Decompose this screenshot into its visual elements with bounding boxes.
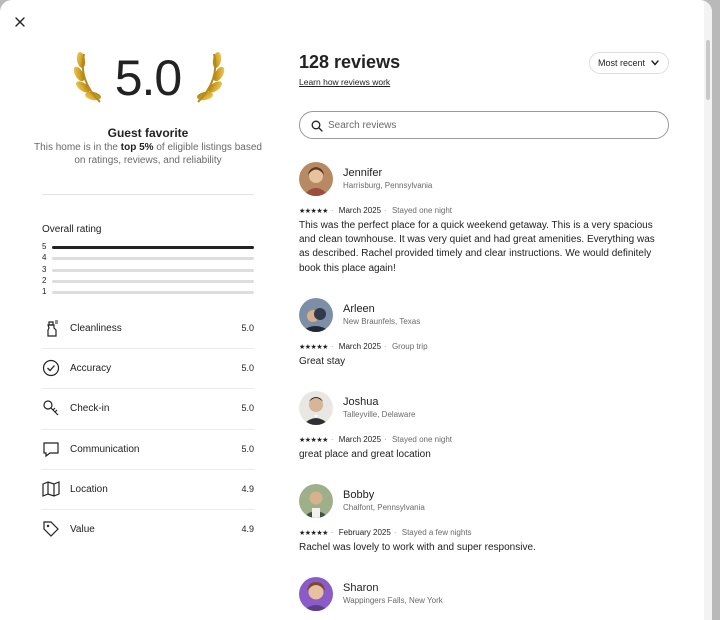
search-input[interactable] [328, 116, 648, 134]
category-value: 5.0 [241, 443, 254, 454]
review-meta: ★★★★★ · March 2025 · Stayed one night [299, 206, 452, 215]
spray-bottle-icon [47, 320, 58, 337]
review-meta: ★★★★★ · March 2025 · Stayed one night [299, 435, 452, 444]
tag-icon [43, 521, 59, 537]
scrollbar-thumb[interactable] [706, 40, 710, 100]
stay-type: Stayed a few nights [401, 528, 472, 537]
category-value: 4.9 [241, 523, 254, 534]
review-text: This was the perfect place for a quick w… [299, 220, 655, 274]
category-name: Location [70, 483, 108, 495]
category-location: Location 4.9 [42, 470, 254, 510]
laurel-right-icon [197, 52, 225, 103]
rating-bar-row: 1 [42, 287, 254, 298]
guest-favorite-badge: 5.0 [42, 50, 254, 110]
rating-bar-track [52, 257, 254, 261]
rating-bar-track [52, 291, 254, 295]
guest-favorite-description: This home is in the top 5% of eligible l… [34, 142, 262, 166]
rating-bar-row: 2 [42, 276, 254, 287]
category-value: Value 4.9 [42, 510, 254, 550]
overall-score: 5.0 [114, 50, 183, 106]
category-value: 5.0 [241, 403, 254, 414]
reviewer-name[interactable]: Jennifer [343, 167, 382, 179]
overall-rating-label: Overall rating [42, 224, 102, 235]
avatar[interactable] [299, 162, 333, 196]
learn-how-reviews-work-link[interactable]: Learn how reviews work [299, 77, 390, 87]
stay-type: Stayed one night [391, 206, 452, 215]
rating-bar-fill [52, 246, 254, 249]
chat-bubble-icon [43, 441, 59, 457]
review-date: February 2025 [338, 528, 391, 537]
rating-bar-row: 3 [42, 265, 254, 276]
reviews-modal: 5.0 Guest favorite This home is in the t… [0, 0, 712, 620]
close-icon [15, 17, 25, 27]
category-name: Cleanliness [70, 323, 122, 334]
sort-dropdown[interactable]: Most recent [589, 52, 669, 74]
category-cleanliness: Cleanliness 5.0 [42, 309, 254, 350]
category-ratings: Cleanliness 5.0 Accuracy 5.0 Check-in 5.… [42, 309, 254, 550]
avatar[interactable] [299, 298, 333, 332]
rating-bar-track [52, 268, 254, 272]
stay-type: Group trip [391, 342, 428, 351]
divider [42, 194, 254, 195]
scrollbar[interactable] [704, 0, 712, 620]
guest-favorite-title: Guest favorite [107, 126, 189, 140]
search-box[interactable] [299, 111, 669, 139]
rating-bar-row: 4 [42, 253, 254, 264]
review-date: March 2025 [338, 342, 382, 351]
reviewer-location: Talleyville, Delaware [343, 410, 416, 419]
reviewer-name[interactable]: Joshua [343, 396, 378, 408]
review-date: March 2025 [338, 435, 382, 444]
avatar[interactable] [299, 484, 333, 518]
category-name: Value [70, 523, 95, 535]
rating-bar-label: 3 [42, 264, 47, 274]
rating-bar-track [52, 279, 254, 283]
category-value: 4.9 [241, 483, 254, 494]
search-icon [311, 120, 323, 132]
avatar[interactable] [299, 391, 333, 425]
star-rating: ★★★★★ [299, 530, 328, 537]
check-circle-icon [42, 360, 60, 377]
map-icon [42, 480, 60, 497]
reviewer-name[interactable]: Bobby [343, 489, 374, 501]
rating-distribution: 5 4 3 2 1 [42, 242, 254, 298]
key-icon [43, 400, 59, 416]
reviewer-name[interactable]: Arleen [343, 303, 375, 315]
reviewer-location: Wappingers Falls, New York [343, 596, 443, 605]
rating-bar-label: 4 [42, 253, 47, 263]
review-text: great place and great location [299, 449, 431, 460]
laurel-left-icon [73, 52, 101, 103]
star-rating: ★★★★★ [299, 437, 328, 444]
sort-label: Most recent [598, 58, 646, 68]
review-meta: ★★★★★ · February 2025 · Stayed a few night… [299, 528, 472, 537]
stay-type: Stayed one night [391, 435, 452, 444]
category-value: 5.0 [241, 363, 254, 374]
rating-bar-row: 5 [42, 242, 254, 253]
review-date: March 2025 [338, 206, 382, 215]
review-text: Rachel was lovely to work with and super… [299, 542, 536, 553]
rating-bar-label: 2 [42, 275, 47, 285]
close-button[interactable] [12, 14, 28, 30]
rating-bar-label: 1 [42, 287, 47, 297]
review-count: 128 reviews [299, 52, 401, 72]
category-communication: Communication 5.0 [42, 430, 254, 470]
category-check-in: Check-in 5.0 [42, 389, 254, 430]
rating-bar-track [52, 246, 254, 249]
review-text: Great stay [299, 356, 346, 367]
avatar[interactable] [299, 577, 333, 611]
category-accuracy: Accuracy 5.0 [42, 349, 254, 390]
star-rating: ★★★★★ [299, 208, 328, 215]
star-rating: ★★★★★ [299, 344, 328, 351]
reviewer-location: Harrisburg, Pennsylvania [343, 181, 433, 190]
chevron-down-icon [651, 60, 659, 66]
reviewer-location: Chalfont, Pennsylvania [343, 503, 425, 512]
category-name: Communication [70, 443, 140, 455]
category-value: 5.0 [241, 323, 254, 333]
reviewer-name[interactable]: Sharon [343, 582, 378, 594]
rating-bar-label: 5 [42, 242, 47, 251]
category-name: Accuracy [70, 363, 112, 375]
category-name: Check-in [70, 403, 110, 415]
review-meta: ★★★★★ · March 2025 · Group trip [299, 342, 428, 351]
reviewer-location: New Braunfels, Texas [343, 317, 421, 326]
